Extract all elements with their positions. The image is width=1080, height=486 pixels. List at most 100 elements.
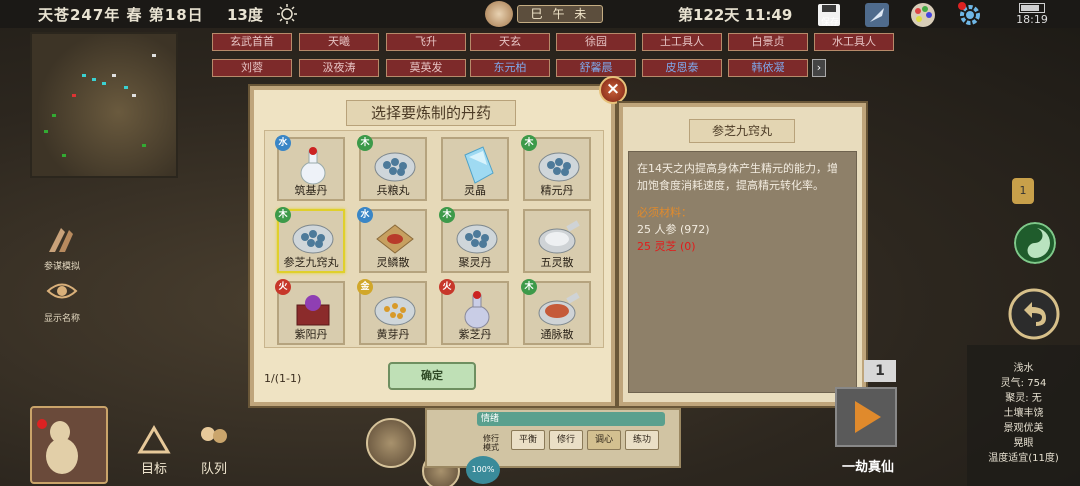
tribulation-button[interactable] — [835, 387, 897, 447]
element-badge-icon: 木 — [439, 207, 455, 223]
goal-label: 目标 — [140, 462, 167, 477]
character-tag[interactable]: 东元柏 — [470, 59, 550, 77]
pill-icon — [296, 295, 330, 326]
tile-info-panel: 浅水 灵气: 754 聚灵: 无 土壤丰饶 景观优美 晃眼 温度适宜(11度) — [967, 345, 1080, 486]
day-counter: 第122天 11:49 — [678, 6, 793, 24]
team-label: 队列 — [200, 462, 227, 477]
character-tag[interactable]: 刘蓉 — [212, 59, 292, 77]
character-tag[interactable]: 汲夜涛 — [299, 59, 379, 77]
target-icon — [137, 425, 171, 454]
pill-icon — [538, 220, 580, 254]
temperature-status: 温度适宜(11度) — [988, 453, 1059, 464]
terrain-type: 浅水 — [1013, 363, 1034, 374]
mode-train-button[interactable]: 练功 — [625, 430, 659, 450]
character-tag[interactable]: 天曦 — [299, 33, 379, 51]
spirit-qi: 灵气: 754 — [1000, 378, 1047, 389]
character-tag[interactable]: 莫英发 — [386, 59, 466, 77]
character-tag[interactable]: 白景贞 — [728, 33, 808, 51]
map-marker — [72, 94, 76, 97]
character-tag[interactable]: 飞升 — [386, 33, 466, 51]
map-marker — [132, 94, 136, 97]
map-marker — [142, 144, 146, 147]
pill-slot[interactable]: 水筑基丹 — [275, 135, 345, 201]
mode-cultivate-button[interactable]: 修行 — [549, 430, 583, 450]
mode-label: 修行模式 — [483, 434, 499, 452]
pill-slot[interactable]: 木兵粮丸 — [357, 135, 427, 201]
team-button[interactable]: 队列 — [186, 424, 242, 477]
map-marker — [112, 74, 116, 77]
time-of-day-dial[interactable]: 巳 午 未 — [485, 1, 605, 27]
pill-grid: 水筑基丹木兵粮丸 灵晶木精元丹木参芝九窍丸水灵鳞散木聚灵丹 五灵散火紫阳丹金黄芽丹火… — [264, 130, 604, 348]
confirm-button[interactable]: 确定 — [388, 362, 476, 390]
requirement-lingzhi: 25 灵芝 (0) — [637, 240, 696, 253]
mock-battle-button[interactable]: 参谋模拟 — [38, 222, 86, 272]
character-portrait-button[interactable] — [366, 418, 416, 468]
detail-body: 在14天之内提高身体产生精元的能力，增加饱食度消耗速度，提高精元转化率。 必须材… — [628, 151, 857, 393]
character-tag[interactable]: 舒馨晨 — [556, 59, 636, 77]
pill-slot[interactable]: 木参芝九窍丸 — [275, 207, 345, 273]
palette-icon[interactable] — [910, 2, 936, 28]
gourd-icon — [37, 419, 78, 474]
yin-yang-icon[interactable] — [1014, 222, 1056, 264]
pill-name: 紫阳丹 — [294, 328, 328, 341]
character-tag[interactable]: 天玄 — [470, 33, 550, 51]
pill-name: 灵鳞散 — [376, 256, 410, 269]
element-badge-icon: 木 — [521, 279, 537, 295]
team-icon — [201, 427, 227, 443]
element-badge-icon: 火 — [439, 279, 455, 295]
map-marker — [44, 130, 48, 133]
gear-icon[interactable] — [957, 2, 983, 28]
character-tag[interactable]: 水工具人 — [814, 33, 894, 51]
goal-button[interactable]: 目标 — [126, 424, 182, 477]
character-tag[interactable]: 韩依凝 — [728, 59, 808, 77]
save-label: 保存 — [820, 18, 839, 28]
close-button[interactable]: × — [599, 76, 627, 104]
back-arrow-icon[interactable] — [1008, 288, 1060, 340]
mood-bar: 情绪 — [477, 412, 665, 426]
pill-name: 黄芽丹 — [376, 328, 410, 341]
element-badge-icon: 火 — [275, 279, 291, 295]
alchemy-panel: 选择要炼制的丹药 × 水筑基丹木兵粮丸 灵晶木精元丹木参芝九窍丸水灵鳞散木聚灵丹五… — [250, 76, 627, 406]
soil-quality: 土壤丰饶 — [1003, 408, 1044, 419]
play-icon — [855, 401, 881, 433]
pill-name: 兵粮丸 — [376, 184, 410, 197]
character-tag[interactable]: 土工具人 — [642, 33, 722, 51]
inventory-bag[interactable] — [30, 406, 108, 484]
notification-icon[interactable]: 1 — [1012, 178, 1034, 204]
character-tag[interactable]: 玄武首首 — [212, 33, 292, 51]
mock-battle-label: 参谋模拟 — [43, 262, 80, 272]
element-badge-icon: 水 — [357, 207, 373, 223]
mode-mind-button[interactable]: 调心 — [587, 430, 621, 450]
pill-name: 聚灵丹 — [458, 256, 492, 269]
panel-title: 选择要炼制的丹药 — [346, 100, 516, 126]
device-clock: 18:19 — [1016, 13, 1048, 26]
element-badge-icon: 金 — [357, 279, 373, 295]
character-tag[interactable]: 皮恩泰 — [642, 59, 722, 77]
pill-slot[interactable]: 灵晶 — [441, 137, 509, 201]
pill-slot[interactable]: 木聚灵丹 — [439, 207, 509, 273]
pill-slot[interactable]: 木通脉散 — [521, 279, 591, 345]
pill-slot[interactable]: 金黄芽丹 — [357, 279, 427, 345]
pill-name: 紫芝丹 — [458, 328, 492, 341]
pill-name: 精元丹 — [540, 184, 574, 197]
pill-icon — [538, 152, 580, 182]
pill-slot[interactable]: 木精元丹 — [521, 135, 591, 201]
pill-icon — [374, 152, 416, 182]
page-indicator: 1/(1-1) — [264, 372, 302, 385]
show-names-button[interactable]: 显示名称 — [38, 274, 86, 324]
pill-slot[interactable]: 水灵鳞散 — [357, 207, 427, 273]
minimap[interactable] — [30, 32, 178, 178]
mode-balance-button[interactable]: 平衡 — [511, 430, 545, 450]
time-scroll: 巳 午 未 — [517, 5, 603, 23]
pill-icon — [464, 146, 494, 184]
pill-slot[interactable]: 五灵散 — [523, 209, 591, 273]
pill-icon — [374, 296, 416, 326]
pill-slot[interactable]: 火紫芝丹 — [439, 279, 509, 345]
tribulation-label: 一劫真仙 — [841, 460, 894, 475]
tags-next-button[interactable]: › — [812, 59, 826, 77]
pill-slot[interactable]: 火紫阳丹 — [275, 279, 345, 345]
quill-icon[interactable] — [864, 2, 890, 28]
character-tag[interactable]: 徐园 — [556, 33, 636, 51]
light-level: 晃眼 — [1013, 438, 1034, 449]
device-status: 18:19 — [1012, 2, 1052, 28]
